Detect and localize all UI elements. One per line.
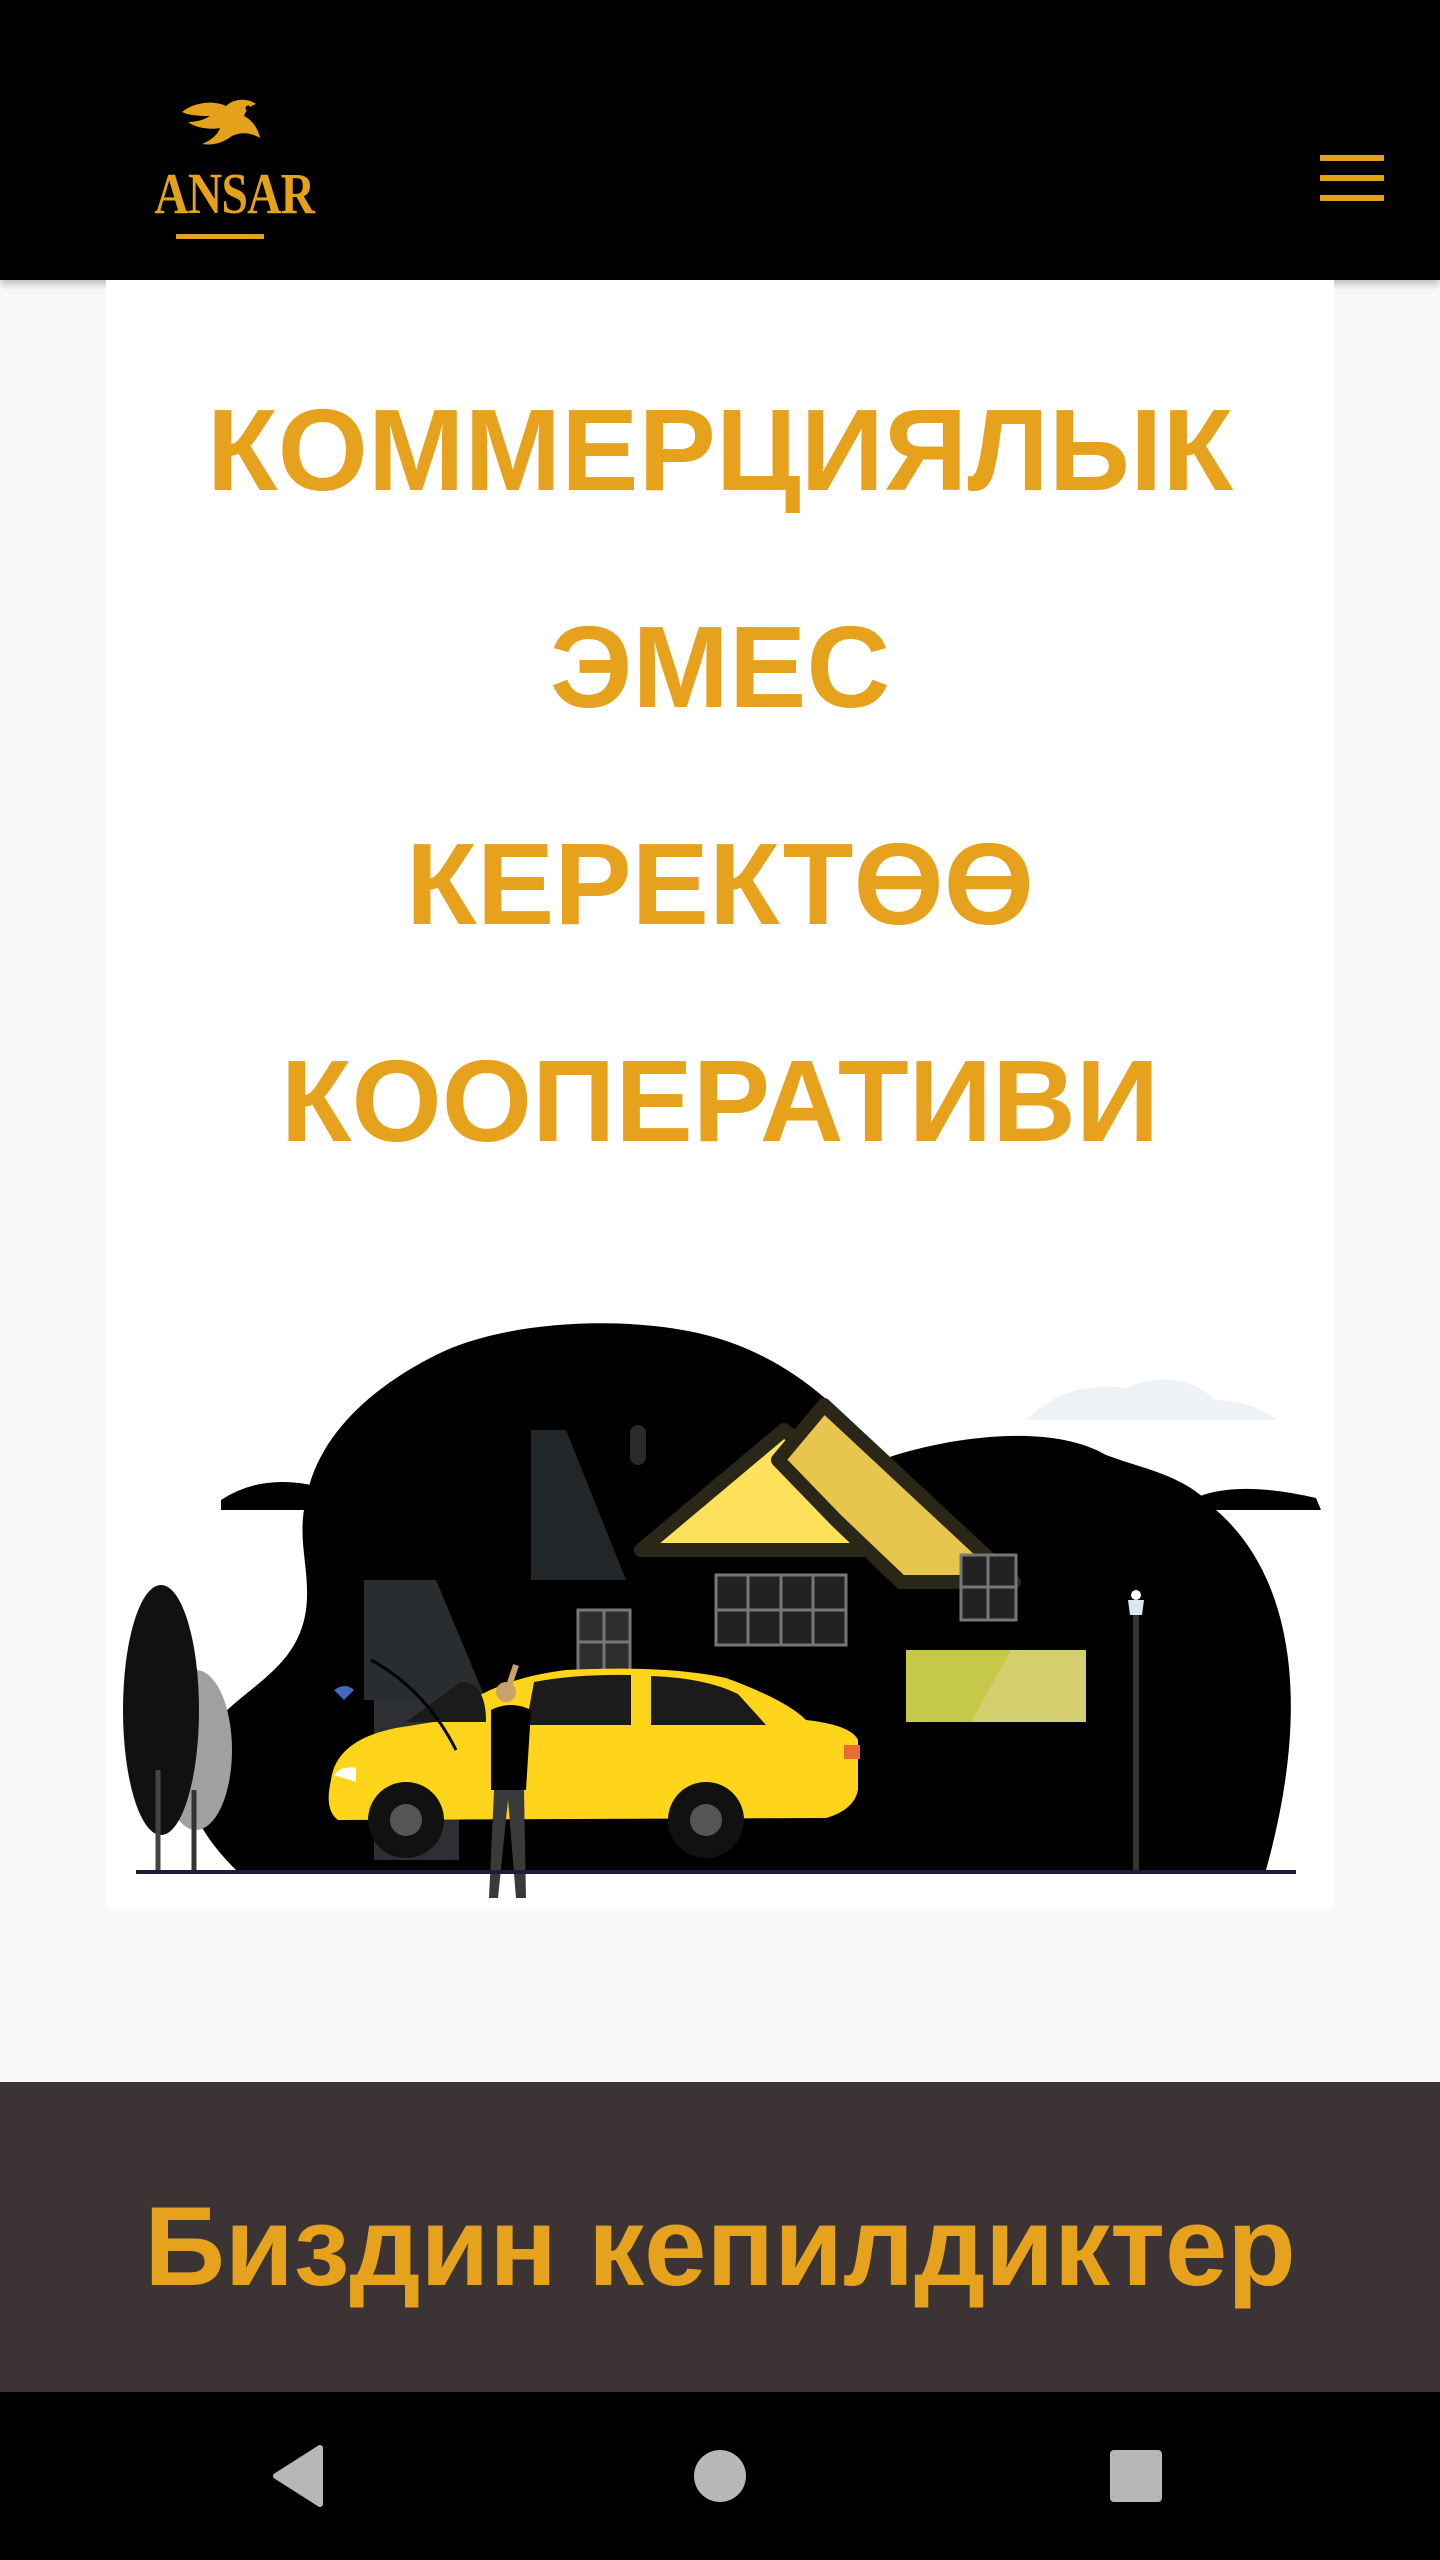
guarantees-section: Биздин кепилдиктер [0,2082,1440,2392]
hero-title: КОММЕРЦИЯЛЫК ЭМЕС КЕРЕКТӨӨ КООПЕРАТИВИ [106,342,1334,1210]
site-header: ANSAR [0,0,1440,280]
hamburger-menu-button[interactable] [1320,155,1390,205]
hero-title-line: ЭМЕС [549,602,891,732]
tree-black [123,1585,199,1835]
hero-card: КОММЕРЦИЯЛЫК ЭМЕС КЕРЕКТӨӨ КООПЕРАТИВИ [106,280,1334,1908]
guarantees-title: Биздин кепилдиктер [144,2184,1296,2309]
system-navigation-bar [0,2392,1440,2560]
person-figure [491,1705,531,1790]
ansar-logo[interactable]: ANSAR [140,98,315,248]
home-button[interactable] [680,2436,760,2516]
back-button[interactable] [262,2436,342,2516]
logo-underline [176,234,264,239]
hero-title-line: КООПЕРАТИВИ [280,1036,1160,1166]
taxi-house-illustration [123,1323,1321,1898]
hero-title-line: КЕРЕКТӨӨ [406,819,1034,949]
recents-square-icon [1110,2450,1162,2502]
bird-logo-icon [182,99,260,145]
home-circle-icon [694,2450,746,2502]
cloud-shape [1026,1379,1276,1420]
hamburger-menu-icon [1320,155,1384,161]
hero-title-line: КОММЕРЦИЯЛЫК [206,385,1234,515]
recents-button[interactable] [1096,2436,1176,2516]
back-triangle-icon [273,2445,323,2507]
logo-text: ANSAR [154,161,315,226]
